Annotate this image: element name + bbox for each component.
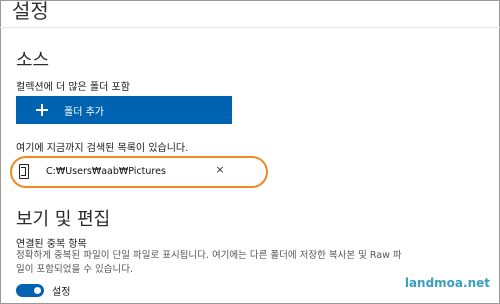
include-folders-label: 컬렉션에 더 많은 폴더 포함: [16, 82, 130, 93]
linked-duplicates-toggle[interactable]: [16, 284, 44, 297]
view-edit-heading: 보기 및 편집: [16, 209, 111, 230]
linked-duplicates-label: 연결된 중복 항목: [16, 239, 87, 250]
linked-duplicates-description: 정확하게 중복된 파일이 단일 파일로 표시됩니다. 여기에는 다른 폴더에 저…: [16, 250, 402, 275]
add-folder-label: 폴더 추가: [64, 106, 104, 118]
toggle-knob: [34, 287, 41, 294]
source-heading: 소스: [16, 50, 50, 71]
watermark: landmoa.net: [404, 276, 490, 290]
title-divider: [0, 27, 500, 28]
page-title: 설정: [12, 0, 49, 23]
folder-list-item[interactable]: C:₩Users₩aab₩Pictures ×: [10, 156, 268, 188]
folder-icon: [19, 164, 29, 179]
add-folder-button[interactable]: 폴더 추가: [16, 96, 232, 124]
searched-list-label: 여기에 지금까지 검색된 목록이 있습니다.: [16, 143, 189, 154]
toggle-state-label: 설정: [52, 287, 71, 298]
plus-icon: [34, 102, 50, 118]
remove-folder-button[interactable]: ×: [212, 162, 228, 178]
folder-path: C:₩Users₩aab₩Pictures: [46, 166, 166, 177]
